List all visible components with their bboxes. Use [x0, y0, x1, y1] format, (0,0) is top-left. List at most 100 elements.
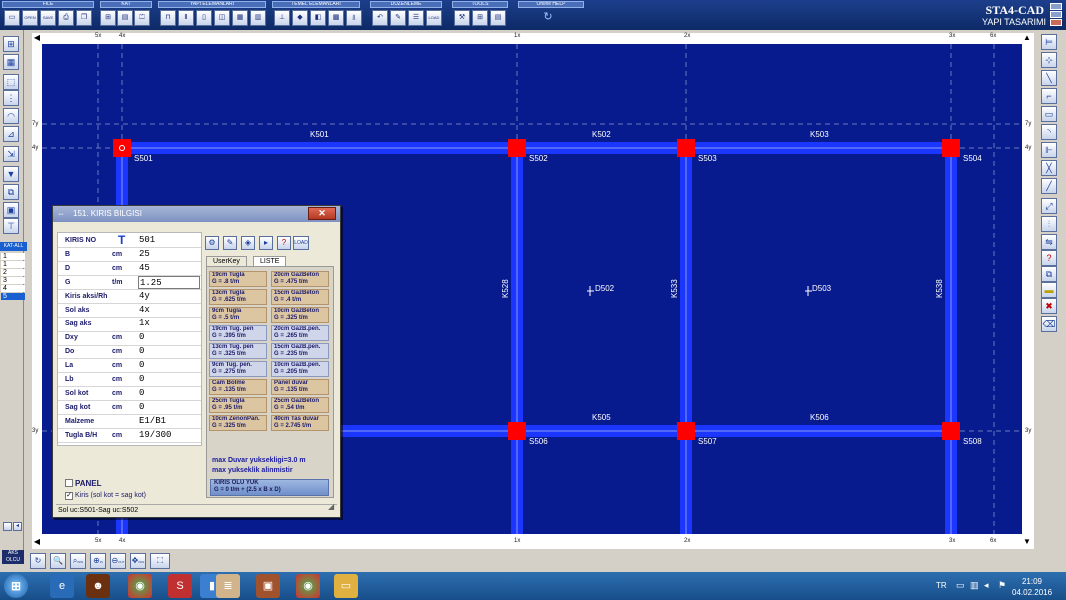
tab-userkey[interactable]: UserKey	[206, 256, 247, 266]
cad-icon[interactable]: ▣	[256, 574, 280, 598]
beam-icon[interactable]: ⊓	[160, 10, 176, 26]
kiris-checkbox[interactable]: ✓	[65, 492, 73, 500]
select-box-icon[interactable]: ◈	[241, 236, 255, 250]
userkey-button[interactable]: 13cm Tug. pen G = .325 t/m	[209, 343, 267, 359]
edit-icon[interactable]: ✎	[390, 10, 406, 26]
floor-item-selected[interactable]: 5	[1, 293, 25, 300]
diagonal-icon[interactable]: ╱	[1041, 178, 1057, 194]
field-value[interactable]: 25	[138, 248, 200, 261]
open-button[interactable]: OPEN	[22, 10, 38, 26]
clock-date[interactable]: 04.02.2016	[1012, 588, 1052, 597]
slab-icon[interactable]: ◫	[214, 10, 230, 26]
move-icon[interactable]: ⤢	[1041, 198, 1057, 214]
floor-item[interactable]: 3	[1, 277, 25, 284]
field-value[interactable]: 501	[138, 234, 200, 247]
scroll-left-bottom-icon[interactable]: ◀	[32, 537, 42, 547]
arc-tool-icon[interactable]: ◝	[1041, 124, 1057, 140]
column-s508[interactable]	[942, 422, 960, 440]
userkey-button[interactable]: 20cm GazB.pen. G = .265 t/m	[271, 325, 329, 341]
help-refresh-icon[interactable]: ↻	[540, 10, 556, 26]
userkey-button[interactable]: 25cm GazBeton G = .54 t/m	[271, 397, 329, 413]
aks-olcu-button[interactable]: AKS OLCU	[2, 550, 24, 564]
snap-icon[interactable]: ⊹	[1041, 52, 1057, 68]
userkey-button[interactable]: 15cm GazBeton G = .4 t/m	[271, 289, 329, 305]
field-value[interactable]: 0	[138, 331, 200, 344]
column-icon[interactable]: Ⅱ	[178, 10, 194, 26]
raft-icon[interactable]: ◆	[292, 10, 308, 26]
userkey-button[interactable]: Cam Bolme G = .135 t/m	[209, 379, 267, 395]
lang-indicator[interactable]: TR	[936, 581, 947, 590]
floor-plan-icon[interactable]: ⊞	[100, 10, 116, 26]
field-value[interactable]: 1.25	[138, 275, 200, 289]
rectangle-icon[interactable]: ▭	[1041, 106, 1057, 122]
beam-settings-icon[interactable]: ⚙	[205, 236, 219, 250]
cross-icon[interactable]: ╳	[1041, 160, 1057, 176]
select-icon[interactable]: ⊞	[3, 36, 19, 52]
field-value[interactable]: 0	[138, 373, 200, 386]
userkey-button[interactable]: 10cm GazBeton G = .325 t/m	[271, 307, 329, 323]
dialog-titlebar[interactable]: ⇔ 151. KIRIS BILGISI ✕	[53, 206, 340, 222]
folder-icon[interactable]: ▭	[334, 574, 358, 598]
clock-time[interactable]: 21:09	[1012, 577, 1052, 586]
delete-icon[interactable]: ✖	[1041, 298, 1057, 314]
userkey-button[interactable]: Panel duvar G = .135 t/m	[271, 379, 329, 395]
userkey-button[interactable]: 19cm Tugla G = .8 t/m	[209, 271, 267, 287]
floor-elevation-icon[interactable]: ⏍	[134, 10, 150, 26]
column-s501[interactable]	[113, 139, 131, 157]
floor-copy-icon[interactable]: ▤	[117, 10, 133, 26]
copy-icon[interactable]: ❐	[76, 10, 92, 26]
column-s502[interactable]	[508, 139, 526, 157]
field-value[interactable]: E1/B1	[138, 415, 200, 428]
kat-all-button[interactable]: KAT-ALL	[0, 242, 27, 251]
ribbed-slab-icon[interactable]: ▥	[250, 10, 266, 26]
field-value[interactable]: 4x	[138, 304, 200, 317]
field-value[interactable]: 1x	[138, 317, 200, 330]
userkey-button[interactable]: 10cm GazB.pen. G = .205 t/m	[271, 361, 329, 377]
dimension-icon[interactable]: ⇲	[3, 146, 19, 162]
panel-checkbox[interactable]	[65, 479, 73, 487]
new-file-icon[interactable]: ▭	[4, 10, 20, 26]
userkey-button[interactable]: 9cm Tugla G = .5 t/m	[209, 307, 267, 323]
measure-icon[interactable]: ⊿	[3, 126, 19, 142]
zoom-out-button[interactable]: ⊖OUT	[110, 553, 126, 569]
polyline-icon[interactable]: ⌐	[1041, 88, 1057, 104]
offset-icon[interactable]: ⊩	[1041, 142, 1057, 158]
column-s506[interactable]	[508, 422, 526, 440]
network-icon[interactable]: ▥	[970, 580, 979, 591]
axis-icon[interactable]: ⋮	[3, 90, 19, 106]
arrow-right-icon[interactable]: ▸	[259, 236, 273, 250]
print-icon[interactable]: ⎙	[58, 10, 74, 26]
footing-icon[interactable]: ⊥	[274, 10, 290, 26]
column-s507[interactable]	[677, 422, 695, 440]
save-button[interactable]: SAVE	[40, 10, 56, 26]
copy-element-icon[interactable]: ⧉	[1041, 266, 1057, 282]
zoom-extents-icon[interactable]: ⛶	[150, 553, 170, 569]
help-icon[interactable]: ?	[1041, 250, 1057, 266]
field-value[interactable]: 19/300	[138, 429, 200, 442]
restore-button[interactable]	[1050, 11, 1062, 18]
field-value[interactable]: 0	[138, 359, 200, 372]
resize-grip-icon[interactable]: ◢	[328, 502, 338, 512]
grid-lines-icon[interactable]: ▦	[3, 54, 19, 70]
userkey-button[interactable]: 15cm GazB.pen. G = .235 t/m	[271, 343, 329, 359]
zoom-view-icon[interactable]: ⬚	[3, 74, 19, 90]
field-value[interactable]: 45	[138, 262, 200, 275]
floor-item[interactable]: 1	[1, 253, 25, 260]
userkey-button[interactable]: 13cm Tugla G = .625 t/m	[209, 289, 267, 305]
sound-icon[interactable]: ◂	[13, 522, 22, 531]
layer-icon[interactable]: ⧉	[3, 184, 19, 200]
flag-icon[interactable]: ⚑	[998, 580, 1006, 591]
field-value[interactable]: 0	[138, 401, 200, 414]
checkbox-icon[interactable]	[3, 522, 12, 531]
userkey-button[interactable]: 40cm Tas duvar G = 2.745 t/m	[271, 415, 329, 431]
undo-icon[interactable]: ↶	[372, 10, 388, 26]
highlight-icon[interactable]: ▬	[1041, 282, 1057, 298]
report-icon[interactable]: ▤	[490, 10, 506, 26]
floor-item[interactable]: 4	[1, 285, 25, 292]
userkey-button[interactable]: 19cm Tug. pen G = .395 t/m	[209, 325, 267, 341]
load-button[interactable]: LOAD	[426, 10, 442, 26]
tie-beam-icon[interactable]: ◧	[310, 10, 326, 26]
pile-icon[interactable]: ⫫	[346, 10, 362, 26]
dimension-tool-icon[interactable]: ⊨	[1041, 34, 1057, 50]
refresh-icon[interactable]: ↻	[30, 553, 46, 569]
